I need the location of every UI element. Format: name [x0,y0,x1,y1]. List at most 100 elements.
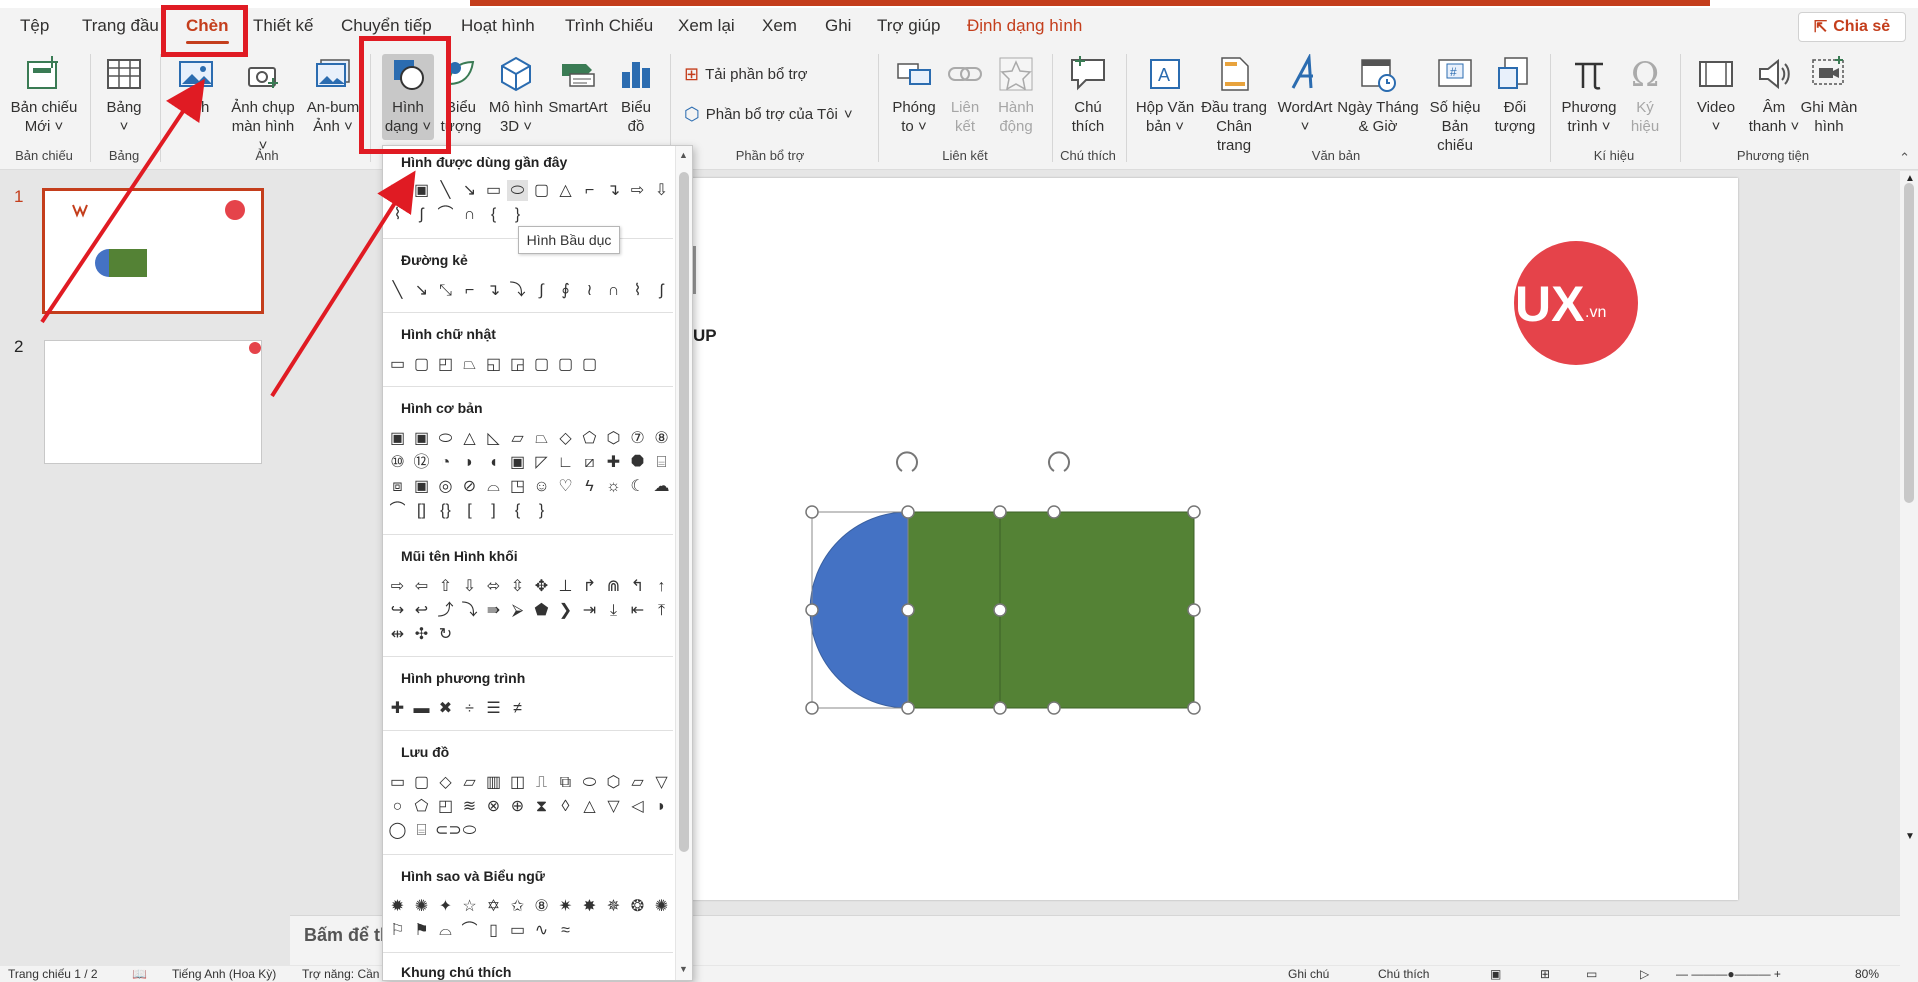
star16-icon[interactable]: ✵ [603,896,624,917]
tab-file[interactable]: Tệp [20,16,49,36]
chevron-shape-icon[interactable]: ❯ [555,600,576,621]
vertical-textbox-shape-icon[interactable]: ▣ [411,428,432,449]
flow-manual-operation-icon[interactable]: ▽ [651,772,672,793]
right-brace-shape-icon[interactable]: } [507,204,528,225]
u-turn-arrow-icon[interactable]: ⋒ [603,576,624,597]
flow-alt-process-icon[interactable]: ▢ [411,772,432,793]
table-button[interactable]: Bảng ˅ [96,54,152,136]
textbox-shape-icon[interactable]: ▣ [387,180,408,201]
flow-punched-tape-icon[interactable]: ≋ [459,796,480,817]
round-diagonal-icon[interactable]: ▢ [579,354,600,375]
freeform-shape-icon[interactable]: ⌇ [387,204,408,225]
line-shape-icon[interactable]: ╲ [387,280,408,301]
elbow-double-arrow-icon[interactable]: ⤵ [507,280,528,301]
slide-number-button[interactable]: # Số hiệu Bản chiếu [1422,54,1488,155]
picture-button[interactable]: Ảnh [172,54,220,117]
symbol-button[interactable]: Ω Ký hiệu [1620,54,1670,136]
scroll-down-icon[interactable]: ▼ [1905,831,1915,842]
comment-button[interactable]: Chú thích [1062,54,1114,136]
ribbon-up-icon[interactable]: ⚐ [387,920,408,941]
left-brace-shape-icon[interactable]: { [507,500,528,521]
photo-album-button[interactable]: An-bum Ảnh ˅ [302,54,364,136]
pie-shape-icon[interactable]: ◔ [435,452,456,473]
left-arrow-shape-icon[interactable]: ⇦ [411,576,432,597]
double-wave-icon[interactable]: ≈ [555,920,576,941]
link-button[interactable]: Liên kết [940,54,990,136]
flow-document-icon[interactable]: ⎍ [531,772,552,793]
flow-connector-icon[interactable]: ○ [387,796,408,817]
equal-equation-icon[interactable]: ☰ [483,698,504,719]
vertical-scrollbar[interactable]: ▲ ▼ [1900,171,1918,966]
left-right-arrow-icon[interactable]: ⬄ [483,576,504,597]
vertical-scroll-icon[interactable]: ▯ [483,920,504,941]
flow-preparation-icon[interactable]: ⬡ [603,772,624,793]
circular-arrow-icon[interactable]: ↻ [435,624,456,645]
left-brace-shape-icon[interactable]: { [483,204,504,225]
curved-arrow-connector-icon[interactable]: ∮ [555,280,576,301]
triangle-shape-icon[interactable]: △ [555,180,576,201]
arrow-line-shape-icon[interactable]: ↘ [411,280,432,301]
flow-multidocument-icon[interactable]: ⧉ [555,772,576,793]
rounded-rect-shape-icon[interactable]: ▢ [531,180,552,201]
tab-transitions[interactable]: Chuyển tiếp [341,16,432,36]
flow-summing-junction-icon[interactable]: ⊗ [483,796,504,817]
curve-shape-icon[interactable]: ∩ [459,204,480,225]
smiley-shape-icon[interactable]: ☺ [531,476,552,497]
right-triangle-shape-icon[interactable]: ◺ [483,428,504,449]
snip-same-side-rect-icon[interactable]: ⏢ [459,354,480,375]
flow-decision-icon[interactable]: ◇ [435,772,456,793]
ribbon-down-icon[interactable]: ⚑ [411,920,432,941]
my-addins-button[interactable]: ⬡ Phần bổ trợ của Tôi ˅ [684,104,853,125]
dodecagon-shape-icon[interactable]: ⑫ [411,452,432,473]
textbox-shape-icon[interactable]: ▣ [387,428,408,449]
right-arrow-shape-icon[interactable]: ⇨ [387,576,408,597]
equation-button[interactable]: Phương trình ˅ [1558,54,1620,136]
snip-round-rect-icon[interactable]: ◲ [507,354,528,375]
up-down-arrow-icon[interactable]: ⇳ [507,576,528,597]
star4-icon[interactable]: ✦ [435,896,456,917]
half-frame-shape-icon[interactable]: ◸ [531,452,552,473]
bent-arrow-icon[interactable]: ↱ [579,576,600,597]
flow-terminator-icon[interactable]: ⬭ [579,772,600,793]
cloud-shape-icon[interactable]: ☁ [651,476,672,497]
plaque-shape-icon[interactable]: ⯃ [627,452,648,473]
left-right-callout-icon[interactable]: ⇹ [387,624,408,645]
screen-recording-button[interactable]: Ghi Màn hình [1800,54,1858,136]
double-arrow-line-shape-icon[interactable]: ⤡ [435,280,456,301]
pentagon-arrow-icon[interactable]: ⬟ [531,600,552,621]
scribble-shape-icon[interactable]: ʃ [411,204,432,225]
new-slide-button[interactable]: Bản chiếu Mới ˅ [6,54,82,136]
up-callout-arrow-icon[interactable]: ⤒ [651,600,672,621]
quad-callout-icon[interactable]: ✣ [411,624,432,645]
lightning-shape-icon[interactable]: ϟ [579,476,600,497]
flow-delay-icon[interactable]: ◗ [651,796,672,817]
flow-process-icon[interactable]: ▭ [387,772,408,793]
round-same-side-icon[interactable]: ▢ [555,354,576,375]
right-bracket-shape-icon[interactable]: ] [483,500,504,521]
curved-connector-icon[interactable]: ∫ [531,280,552,301]
language-status[interactable]: Tiếng Anh (Hoa Kỳ) [172,967,276,981]
flow-data-icon[interactable]: ▱ [459,772,480,793]
vertical-textbox-shape-icon[interactable]: ▣ [411,180,432,201]
quad-arrow-icon[interactable]: ✥ [531,576,552,597]
slide-thumbnail-1[interactable] [42,188,264,314]
explosion1-icon[interactable]: ✹ [387,896,408,917]
hexagon-shape-icon[interactable]: ⬡ [603,428,624,449]
chord-shape-icon[interactable]: ◗ [459,452,480,473]
slide-canvas[interactable]: UX .vn UP [658,178,1738,900]
freeform-shape-icon[interactable]: ⌇ [627,280,648,301]
flow-merge-icon[interactable]: ▽ [603,796,624,817]
tab-help[interactable]: Trợ giúp [877,16,940,36]
flow-sort-icon[interactable]: ◊ [555,796,576,817]
striped-arrow-icon[interactable]: ⇛ [483,600,504,621]
get-addins-button[interactable]: ⊞ Tải phần bổ trợ [684,64,808,85]
star12-icon[interactable]: ✸ [579,896,600,917]
curved-double-arrow-icon[interactable]: ≀ [579,280,600,301]
double-brace-shape-icon[interactable]: {} [435,500,456,521]
tab-design[interactable]: Thiết kế [253,16,313,36]
flow-or-icon[interactable]: ⊕ [507,796,528,817]
oval-shape-icon[interactable]: ⬭ [507,180,528,201]
scribble-shape-icon[interactable]: ʃ [651,280,672,301]
diamond-shape-icon[interactable]: ◇ [555,428,576,449]
scroll-thumb[interactable] [1904,183,1914,503]
